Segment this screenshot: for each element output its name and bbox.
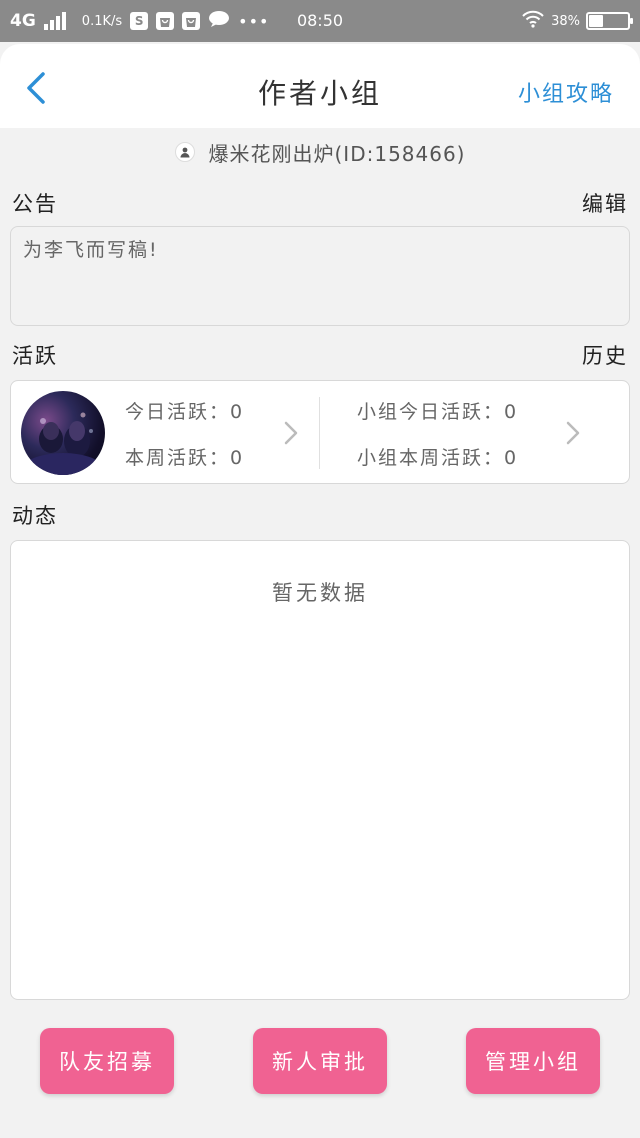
notice-label: 公告 — [12, 192, 58, 216]
status-left: 4G 0.1K/s S ••• — [10, 0, 269, 42]
today-active-count: 今日活跃：0 — [125, 401, 245, 423]
app-notification-icon: S — [130, 12, 149, 30]
history-button[interactable]: 历史 — [582, 340, 628, 370]
edit-notice-button[interactable]: 编辑 — [582, 188, 628, 218]
group-week-active-count: 小组本周活跃：0 — [357, 447, 519, 469]
feed-list: 暂无数据 — [10, 540, 630, 1000]
wifi-icon — [521, 10, 545, 32]
leader-avatar — [174, 142, 195, 162]
group-photo-icon — [23, 412, 103, 475]
leader-name: 爆米花刚出炉(ID:158466) — [208, 141, 466, 166]
activity-label: 活跃 — [12, 344, 58, 368]
chevron-right-icon[interactable] — [561, 417, 585, 449]
manage-group-button[interactable]: 管理小组 — [466, 1028, 600, 1094]
network-speed: 0.1K/s — [81, 13, 123, 29]
person-icon — [180, 147, 189, 158]
shopping-bag-icon — [156, 12, 175, 30]
more-notifications-icon: ••• — [238, 11, 270, 31]
week-active-count: 本周活跃：0 — [125, 447, 245, 469]
signal-icon — [43, 12, 66, 30]
recruit-teammates-button[interactable]: 队友招募 — [40, 1028, 174, 1094]
chat-bubble-icon — [208, 10, 230, 32]
approve-newcomers-button[interactable]: 新人审批 — [253, 1028, 387, 1094]
empty-state-text: 暂无数据 — [272, 581, 368, 605]
chevron-right-icon[interactable] — [279, 417, 303, 449]
shopping-bag-icon — [182, 12, 201, 30]
group-avatar — [21, 391, 105, 475]
group-guide-link[interactable]: 小组攻略 — [518, 76, 614, 108]
feed-label: 动态 — [12, 504, 58, 528]
notice-content[interactable]: 为李飞而写稿! — [10, 226, 630, 326]
divider — [319, 397, 320, 469]
network-type: 4G — [10, 11, 36, 31]
battery-percent: 38% — [551, 13, 580, 29]
battery-icon — [586, 12, 633, 30]
battery-level — [589, 15, 603, 27]
group-leader: 爆米花刚出炉(ID:158466) — [0, 134, 640, 170]
status-right: 38% — [521, 0, 633, 42]
group-today-active-count: 小组今日活跃：0 — [357, 401, 519, 423]
header: 作者小组 小组攻略 — [0, 44, 640, 128]
activity-card: 今日活跃：0 本周活跃：0 小组今日活跃：0 小组本周活跃：0 — [10, 380, 630, 484]
status-bar: 4G 0.1K/s S ••• 08:50 38% — [0, 0, 640, 42]
